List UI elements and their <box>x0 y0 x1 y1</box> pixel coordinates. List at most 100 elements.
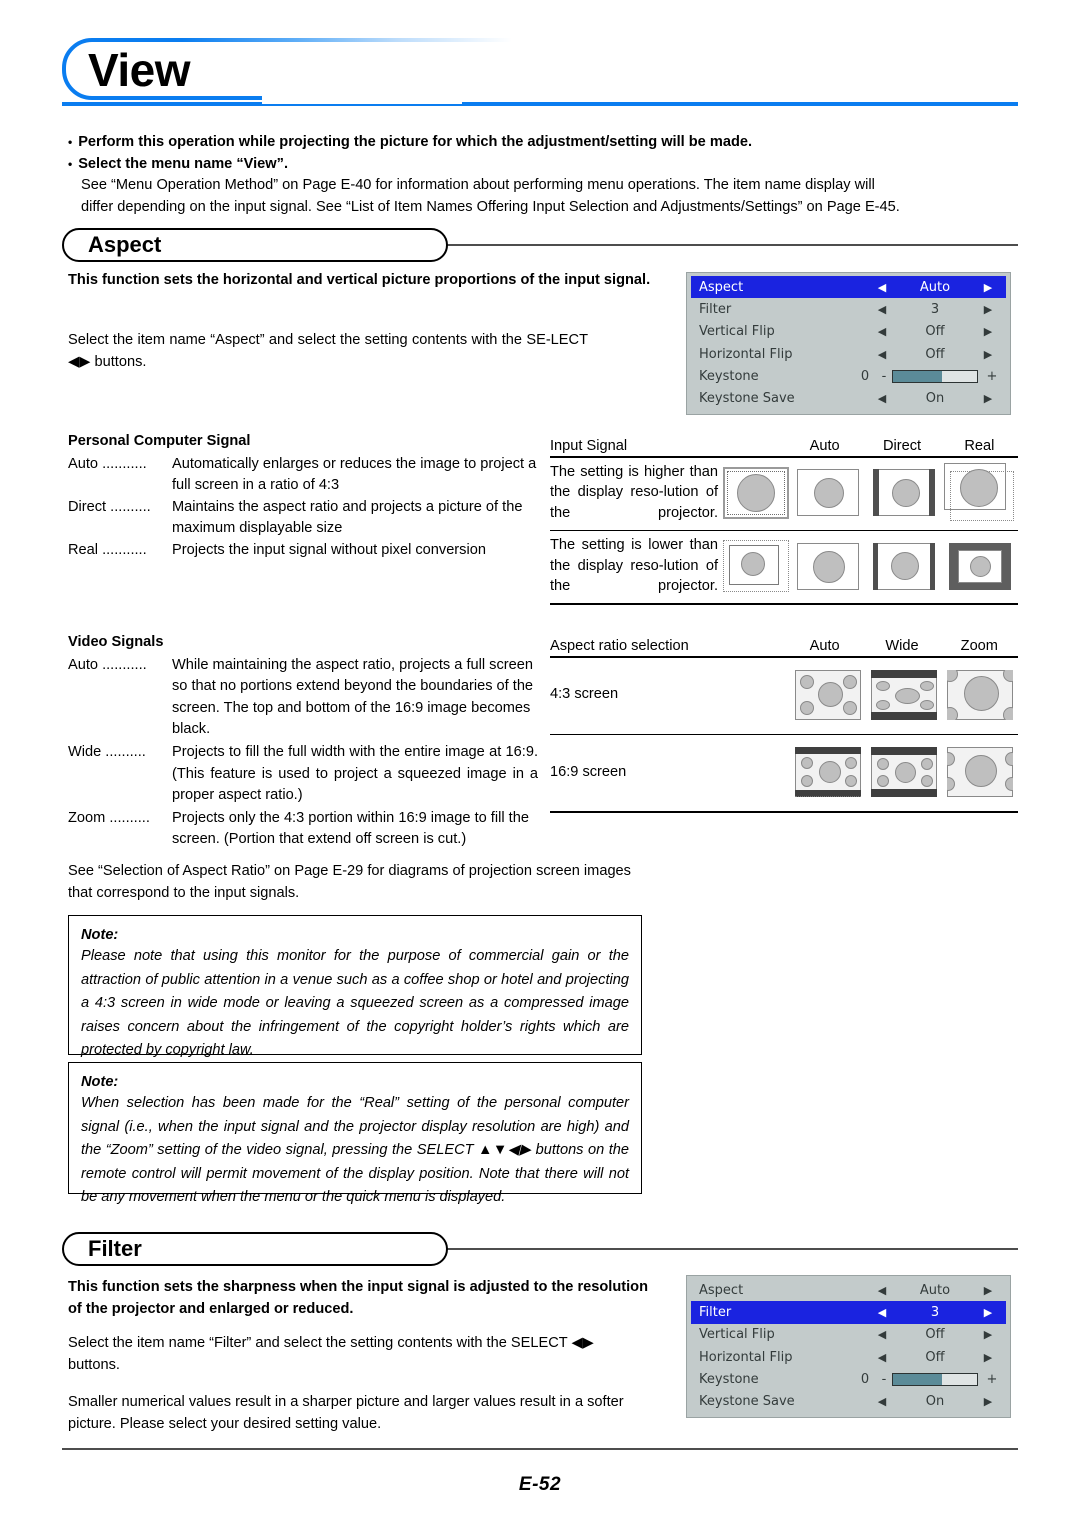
chevron-left-icon[interactable]: ◀ <box>868 325 896 338</box>
osd-item-value: On <box>925 391 945 407</box>
header-rule-gradient <box>182 38 512 42</box>
table-header-wide: Wide <box>885 638 919 654</box>
osd-item-label: Filter <box>699 301 732 317</box>
definition-row: Auto ........... While maintaining the a… <box>68 655 538 741</box>
osd-item-label: Vertical Flip <box>699 324 775 340</box>
osd-row-filter[interactable]: Filter ◀ 3 ▶ <box>691 1301 1006 1324</box>
definition-description: Projects only the 4:3 portion within 16:… <box>172 809 529 848</box>
chevron-left-icon[interactable]: ◀ <box>868 392 896 405</box>
osd-row-keystone-save[interactable]: Keystone Save ◀ On ▶ <box>691 387 1006 409</box>
chevron-right-icon[interactable]: ▶ <box>974 281 1002 294</box>
chevron-left-icon[interactable]: ◀ <box>868 303 896 316</box>
osd-row-keystone-save[interactable]: Keystone Save ◀ On ▶ <box>691 1390 1006 1412</box>
table-row: 4:3 screen <box>550 658 1018 732</box>
table-header-row: Aspect ratio selection Auto Wide Zoom <box>550 630 1018 654</box>
definition-row: Auto ........... Automatically enlarges … <box>68 454 538 497</box>
pc-signal-diagram-table: Input Signal Auto Direct Real The settin… <box>550 430 1018 605</box>
table-header-auto: Auto <box>809 438 840 454</box>
osd-row-aspect[interactable]: Aspect ◀ Auto ▶ <box>691 276 1006 299</box>
table-header-direct: Direct <box>882 438 922 454</box>
definition-description: Automatically enlarges or reduces the im… <box>172 455 537 494</box>
osd-row-aspect[interactable]: Aspect ◀ Auto ▶ <box>691 1279 1006 1301</box>
osd-item-label: Aspect <box>699 279 744 295</box>
osd-slider-track[interactable] <box>892 369 978 383</box>
table-row: The setting is lower than the display re… <box>550 531 1018 601</box>
chevron-right-icon[interactable]: ▶ <box>974 1351 1002 1364</box>
definition-row: Real ........... Projects the input sign… <box>68 540 538 562</box>
osd-row-keystone[interactable]: Keystone 0- + <box>691 365 1006 387</box>
chevron-right-icon[interactable]: ▶ <box>974 1328 1002 1341</box>
section-tab-aspect: Aspect <box>62 228 1018 262</box>
definition-description: Projects the input signal without pixel … <box>172 541 486 558</box>
osd-row-vertical-flip[interactable]: Vertical Flip ◀ Off ▶ <box>691 321 1006 343</box>
table-header-label: Input Signal <box>550 438 628 454</box>
header-rule <box>62 102 1018 106</box>
figure-input-signal-higher <box>722 466 790 519</box>
osd-increase-button[interactable]: + <box>978 1372 1002 1387</box>
osd-menu-filter[interactable]: Aspect ◀ Auto ▶ Filter ◀ 3 ▶ Vertical Flip ◀ Off ▶ H… <box>686 1275 1011 1418</box>
chevron-left-icon[interactable]: ◀ <box>868 348 896 361</box>
table-header-label: Aspect ratio selection <box>550 638 689 654</box>
osd-menu-aspect[interactable]: Aspect ◀ Auto ▶ Filter ◀ 3 ▶ Vertical Flip ◀ Off ▶ H… <box>686 272 1011 415</box>
chevron-left-icon[interactable]: ◀ <box>868 1306 896 1319</box>
chevron-right-icon[interactable]: ▶ <box>974 348 1002 361</box>
figure-43-auto <box>790 669 866 720</box>
figure-43-wide <box>866 669 942 720</box>
osd-row-horizontal-flip[interactable]: Horizontal Flip ◀ Off ▶ <box>691 1346 1006 1368</box>
osd-item-value: Off <box>925 1349 945 1365</box>
filter-lead-text: This function sets the sharpness when th… <box>68 1279 648 1317</box>
section-rule <box>392 1248 1018 1250</box>
osd-item-label: Filter <box>699 1304 732 1320</box>
page-number: E-52 <box>518 1474 562 1495</box>
figure-auto-higher <box>790 469 866 517</box>
osd-row-vertical-flip[interactable]: Vertical Flip ◀ Off ▶ <box>691 1324 1006 1346</box>
osd-item-value: 3 <box>930 301 940 317</box>
note-box-real-zoom: Note: When selection has been made for t… <box>68 1062 642 1205</box>
osd-slider-fill <box>893 370 942 382</box>
chevron-right-icon[interactable]: ▶ <box>974 392 1002 405</box>
filter-detail: Smaller numerical values result in a sha… <box>68 1394 624 1432</box>
table-header-auto: Auto <box>809 638 840 654</box>
osd-slider-track[interactable] <box>892 1372 978 1386</box>
chevron-left-icon[interactable]: ◀ <box>868 1284 896 1297</box>
osd-decrease-button[interactable]: - <box>876 1372 892 1387</box>
chevron-right-icon[interactable]: ▶ <box>974 303 1002 316</box>
osd-row-keystone[interactable]: Keystone 0- + <box>691 1368 1006 1390</box>
figure-43-zoom <box>942 669 1018 720</box>
chevron-left-icon[interactable]: ◀ <box>868 281 896 294</box>
chevron-right-icon[interactable]: ▶ <box>974 1395 1002 1408</box>
osd-decrease-button[interactable]: - <box>876 369 892 384</box>
header-pill-mask <box>262 34 462 104</box>
osd-row-filter[interactable]: Filter ◀ 3 ▶ <box>691 298 1006 320</box>
page-title: View <box>88 44 191 96</box>
osd-item-label: Keystone Save <box>699 1394 795 1410</box>
osd-item-label: Keystone Save <box>699 391 795 407</box>
intro-bullet-1: Perform this operation while projecting … <box>68 132 1018 154</box>
aspect-instructions: Select the item name “Aspect” and select… <box>68 332 588 370</box>
footer-rule <box>62 1448 1018 1450</box>
chevron-right-icon[interactable]: ▶ <box>974 325 1002 338</box>
chevron-left-icon[interactable]: ◀ <box>868 1328 896 1341</box>
chevron-left-icon[interactable]: ◀ <box>868 1395 896 1408</box>
figure-169-zoom <box>942 747 1018 798</box>
figure-169-wide <box>866 747 942 798</box>
table-rule <box>550 811 1018 813</box>
chevron-right-icon[interactable]: ▶ <box>974 1284 1002 1297</box>
row-caption: 16:9 screen <box>550 763 627 780</box>
chevron-left-icon[interactable]: ◀ <box>868 1351 896 1364</box>
definition-description: Maintains the aspect ratio and projects … <box>172 498 523 537</box>
osd-increase-button[interactable]: + <box>978 369 1002 384</box>
section-title-filter: Filter <box>88 1236 142 1261</box>
osd-row-horizontal-flip[interactable]: Horizontal Flip ◀ Off ▶ <box>691 343 1006 365</box>
aspect-lead-text: This function sets the horizontal and ve… <box>68 272 651 288</box>
figure-direct-lower <box>866 542 942 590</box>
definition-row: Wide .......... Projects to fill the ful… <box>68 742 538 807</box>
osd-item-label: Vertical Flip <box>699 1327 775 1343</box>
note-title: Note: <box>81 1074 119 1090</box>
osd-item-value: On <box>925 1394 945 1410</box>
intro-sub-line-1: See “Menu Operation Method” on Page E-40… <box>81 177 875 193</box>
chevron-right-icon[interactable]: ▶ <box>974 1306 1002 1319</box>
osd-item-value: 0 <box>860 1371 870 1387</box>
definition-row: Direct .......... Maintains the aspect r… <box>68 497 538 540</box>
figure-real-lower <box>942 542 1018 590</box>
